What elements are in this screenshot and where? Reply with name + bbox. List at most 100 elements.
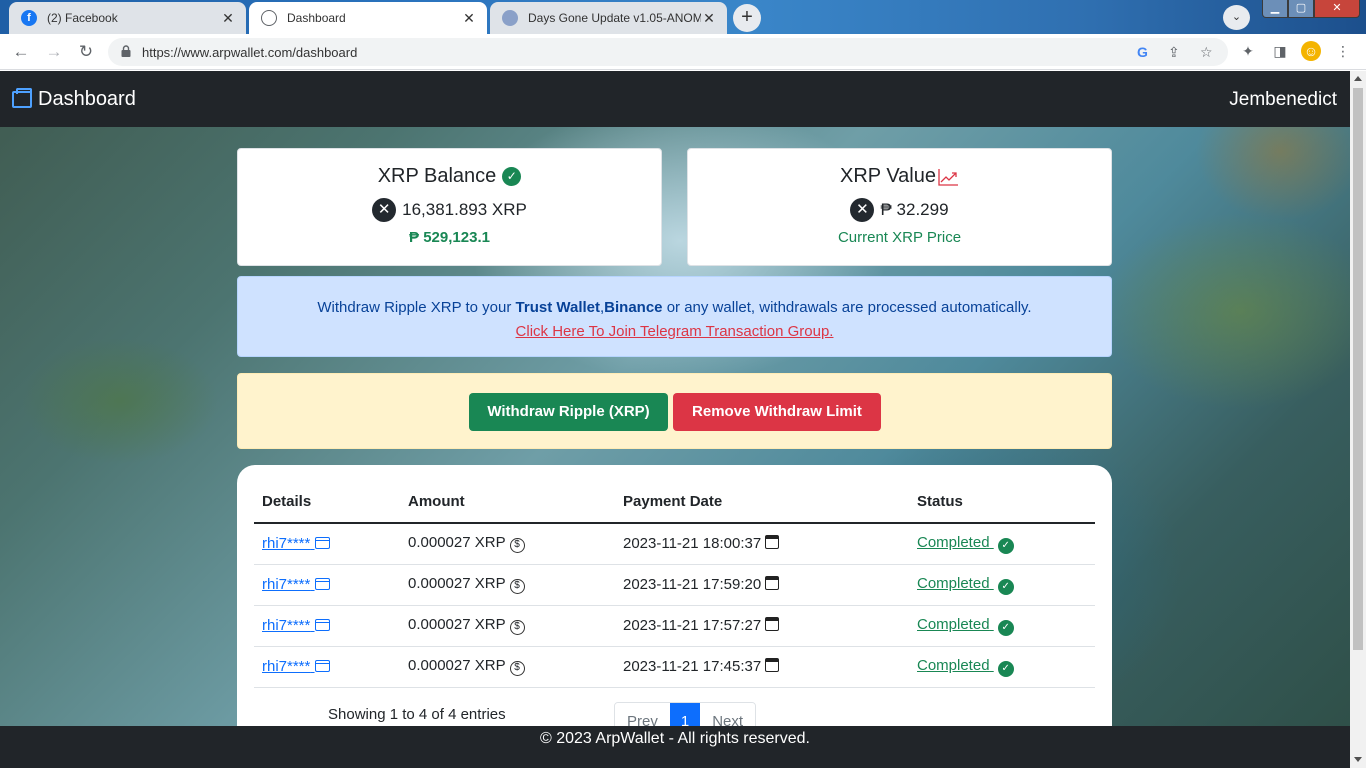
status-link[interactable]: Completed [917,657,994,674]
balance-title: XRP Balance [377,165,497,187]
forward-icon[interactable]: → [42,40,66,64]
profile-avatar-icon[interactable]: ☺ [1301,41,1321,61]
url-text: https://www.arpwallet.com/dashboard [142,45,358,60]
details-link[interactable]: rhi7**** [262,576,330,593]
facebook-icon: f [21,10,37,26]
transactions-table: Details Amount Payment Date Status rhi7*… [254,481,1095,688]
card-icon [314,537,330,550]
status-cell: Completed ✓ [909,564,1095,606]
side-panel-icon[interactable]: ◨ [1270,41,1290,61]
date-cell: 2023-11-21 18:00:37 [615,523,909,565]
reload-icon[interactable]: ↻ [74,40,98,64]
withdraw-actions-panel: Withdraw Ripple (XRP) Remove Withdraw Li… [237,373,1112,449]
remove-withdraw-limit-button[interactable]: Remove Withdraw Limit [673,393,881,431]
share-icon[interactable]: ⇪ [1168,44,1180,61]
status-cell: Completed ✓ [909,605,1095,647]
withdraw-info-alert: Withdraw Ripple XRP to your Trust Wallet… [237,276,1112,357]
balance-amount-row: ✕ 16,381.893 XRP [238,198,661,222]
brand-label: Dashboard [38,88,136,110]
telegram-group-link[interactable]: Click Here To Join Telegram Transaction … [516,323,834,340]
details-text: rhi7**** [262,576,311,593]
close-tab-icon[interactable]: ✕ [220,10,236,27]
close-window-button[interactable]: ✕ [1314,0,1360,18]
date-text: 2023-11-21 18:00:37 [623,535,762,553]
coin-icon: $ [509,620,525,635]
minimize-button[interactable]: ▁ [1262,0,1288,18]
back-icon[interactable]: ← [9,40,33,64]
coin-icon: $ [509,579,525,594]
xrp-price: ₱ 32.299 [880,200,949,219]
table-row: rhi7**** 0.000027 XRP $ 2023-11-21 17:59:… [254,564,1095,606]
page-scrollbar[interactable] [1350,71,1366,768]
card-icon [314,619,330,631]
google-icon[interactable]: G [1137,44,1148,60]
balance-php-value: ₱ 529,123.1 [409,229,490,246]
withdraw-ripple-button[interactable]: Withdraw Ripple (XRP) [469,393,668,431]
value-title: XRP Value [840,165,936,187]
date-text: 2023-11-21 17:45:37 [623,658,762,675]
status-text: Completed [917,656,990,674]
chrome-menu-icon[interactable]: ⋮ [1333,41,1353,61]
lock-icon [121,45,131,57]
balance-title-row: XRP Balance ✓ [238,165,661,188]
status-text: Completed [917,533,990,551]
amount-cell: 0.000027 XRP $ [400,605,615,647]
header-status: Status [909,481,1095,524]
table-header-row: Details Amount Payment Date Status [254,481,1095,524]
trust-wallet-label: Trust Wallet [515,299,600,316]
check-circle-icon: ✓ [997,578,1014,595]
status-text: Completed [917,615,990,633]
xrp-logo-icon: ✕ [372,198,397,222]
tab-dashboard[interactable]: Dashboard ✕ [249,2,487,34]
tab-days-gone[interactable]: Days Gone Update v1.05-ANOMAL ✕ [490,2,727,34]
scrollbar-thumb[interactable] [1353,88,1363,650]
amount-cell: 0.000027 XRP $ [400,564,615,606]
details-link[interactable]: rhi7**** [262,535,330,552]
extensions-puzzle-icon[interactable]: ✦ [1238,41,1258,61]
new-tab-button[interactable]: + [733,4,761,32]
maximize-button[interactable]: ▢ [1288,0,1314,18]
footer: © 2023 ArpWallet - All rights reserved. [0,726,1350,768]
calendar-icon [765,576,780,590]
wallet-icon [12,88,32,108]
close-tab-icon[interactable]: ✕ [461,10,477,27]
header-amount: Amount [400,481,615,524]
calendar-icon [765,535,780,550]
date-cell: 2023-11-21 17:57:27 [615,605,909,647]
amount-text: 0.000027 XRP [408,575,506,592]
transactions-card: Details Amount Payment Date Status rhi7*… [237,465,1112,768]
status-link[interactable]: Completed [917,534,994,551]
details-cell: rhi7**** [254,646,400,688]
status-link[interactable]: Completed [917,616,994,633]
coin-icon: $ [509,538,525,554]
card-icon [314,578,330,590]
username[interactable]: Jembenedict [1229,89,1337,111]
info-line: Withdraw Ripple XRP to your Trust Wallet… [238,296,1111,320]
amount-text: 0.000027 XRP [408,616,506,633]
globe-icon [261,10,277,26]
close-tab-icon[interactable]: ✕ [701,10,717,27]
price-caption: Current XRP Price [837,229,962,246]
details-link[interactable]: rhi7**** [262,658,330,675]
details-text: rhi7**** [262,658,311,675]
table-row: rhi7**** 0.000027 XRP $ 2023-11-21 17:45:… [254,646,1095,688]
browser-tab-strip: f (2) Facebook ✕ Dashboard ✕ Days Gone U… [0,0,1366,34]
scroll-up-icon[interactable] [1354,76,1362,81]
check-circle-icon: ✓ [997,619,1014,636]
coin-icon: $ [509,661,525,676]
top-navbar: Dashboard Jembenedict [0,71,1350,127]
tab-facebook[interactable]: f (2) Facebook ✕ [9,2,246,34]
status-cell: Completed ✓ [909,523,1095,565]
date-text: 2023-11-21 17:59:20 [623,576,762,593]
bookmark-star-icon[interactable]: ☆ [1200,44,1213,61]
status-link[interactable]: Completed [917,575,994,592]
details-cell: rhi7**** [254,523,400,565]
address-bar[interactable]: https://www.arpwallet.com/dashboard G ⇪ … [108,38,1228,66]
navbar-brand[interactable]: Dashboard [12,88,136,111]
details-link[interactable]: rhi7**** [262,617,330,634]
tab-search-button[interactable]: ⌄ [1223,5,1250,30]
scroll-down-icon[interactable] [1354,757,1362,762]
status-cell: Completed ✓ [909,646,1095,688]
card-icon [314,660,330,672]
check-circle-icon: ✓ [997,537,1014,554]
